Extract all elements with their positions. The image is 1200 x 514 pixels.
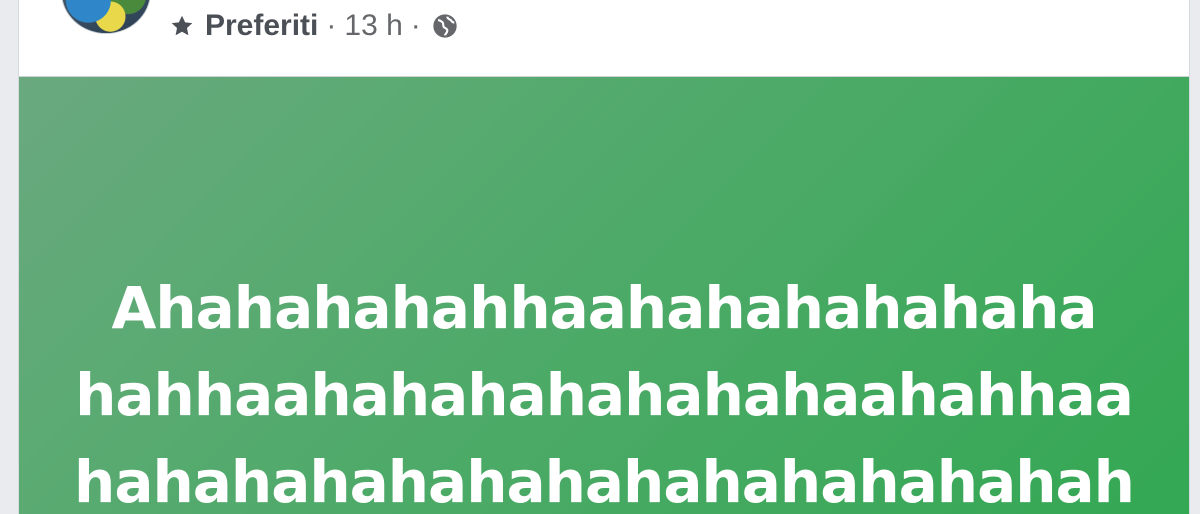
separator-dot: ·: [410, 9, 421, 42]
separator-dot: ·: [326, 9, 337, 42]
audience-label[interactable]: Preferiti: [205, 9, 318, 43]
star-icon: [171, 15, 193, 36]
avatar[interactable]: [61, 0, 151, 34]
post-text-line: hahahahahahahahahahahahahah: [74, 448, 1135, 514]
post-text: Ahahahahahhaahahahahahaha hahhaahahahaha…: [19, 265, 1189, 514]
timestamp[interactable]: 13 h: [344, 9, 402, 43]
post-text-line: hahhaahahahahahahahaahahhaa: [75, 361, 1134, 429]
post-card: Preferiti · 13 h · Ahahahahahhaahahahaha…: [18, 0, 1190, 514]
globe-icon[interactable]: [431, 12, 459, 40]
post-meta: Preferiti · 13 h ·: [169, 6, 459, 46]
post-text-line: Ahahahahahhaahahahahahaha: [111, 274, 1097, 342]
